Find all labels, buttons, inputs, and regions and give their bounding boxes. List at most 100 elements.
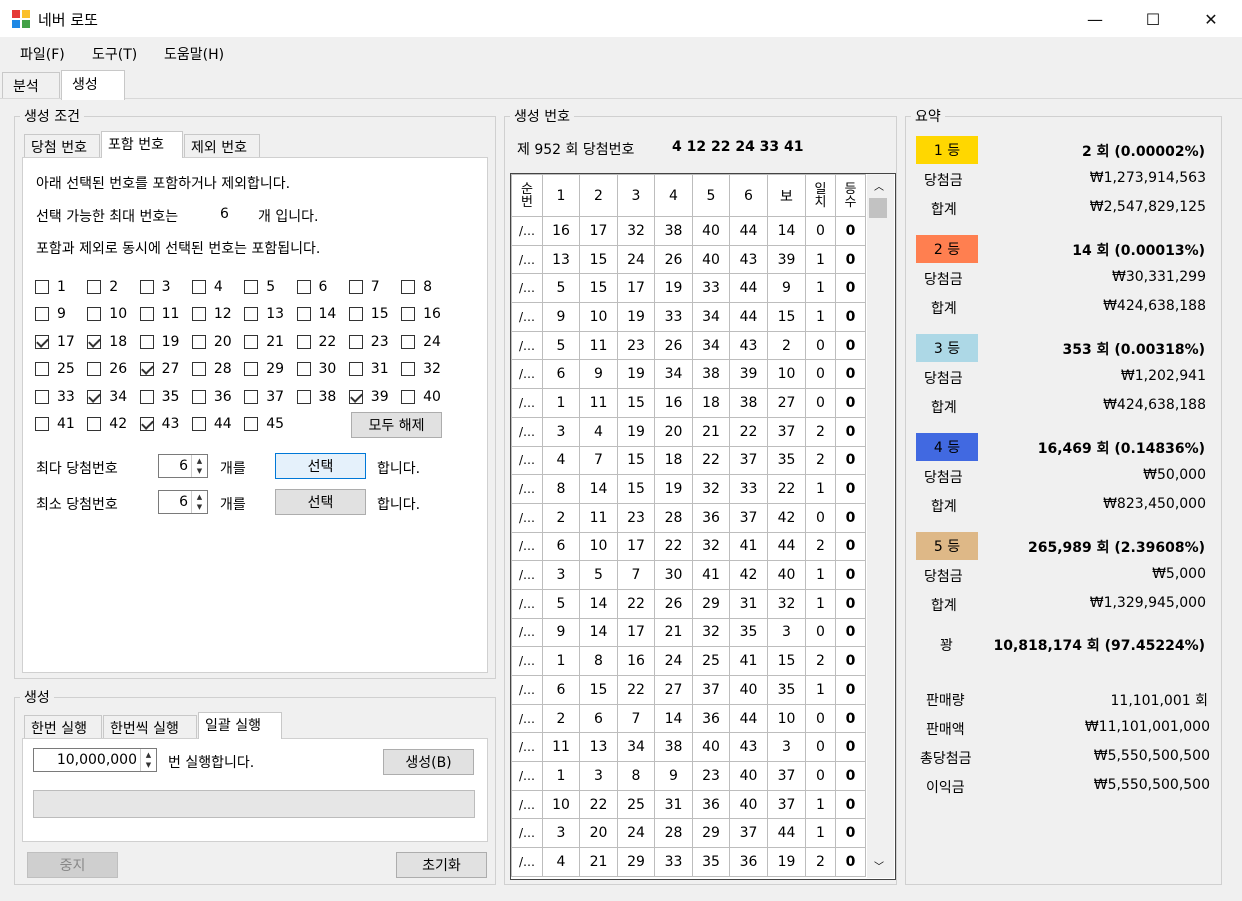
checkbox-box[interactable] [244,417,259,431]
checkbox-box[interactable] [244,334,259,349]
checkbox-box[interactable] [139,280,154,294]
number-checkbox-40[interactable]: 40 [401,387,441,407]
checkbox-box[interactable] [296,362,311,377]
menu-tools[interactable]: 도구(T) [92,44,137,64]
number-checkbox-30[interactable]: 30 [296,359,336,379]
max-count-stepper[interactable]: 6 ▲ ▼ [158,454,208,478]
checkbox-box[interactable] [87,307,102,322]
checkbox-box[interactable] [191,307,206,322]
checkbox-box[interactable] [35,307,49,322]
checkbox-box[interactable] [401,307,416,322]
table-row[interactable]: /… 6 15 22 27 37 40 35 1 0 [511,675,866,705]
number-checkbox-2[interactable]: 2 [87,277,118,297]
checkbox-box[interactable] [348,389,363,404]
stop-button[interactable]: 중지 [27,852,118,878]
generate-button[interactable]: 생성(B) [383,749,474,775]
number-checkbox-7[interactable]: 7 [348,277,380,297]
checkbox-box[interactable] [191,417,206,431]
number-checkbox-32[interactable]: 32 [401,359,441,379]
table-row[interactable]: /… 5 14 22 26 29 31 32 1 0 [511,588,866,619]
checkbox-box[interactable] [191,362,206,377]
stepper-arrows-icon[interactable]: ▲ ▼ [191,491,207,513]
checkbox-box[interactable] [139,362,154,377]
column-header[interactable]: 등수 [835,174,866,217]
number-checkbox-6[interactable]: 6 [296,277,327,297]
table-row[interactable]: /… 4 7 15 18 22 37 35 2 0 [511,445,866,476]
scroll-up-icon[interactable]: ︿ [874,178,884,193]
number-checkbox-45[interactable]: 45 [244,414,284,434]
table-row[interactable]: /… 8 14 15 19 32 33 22 1 0 [511,474,866,504]
number-checkbox-13[interactable]: 13 [244,304,284,324]
max-select-button[interactable]: 선택 [275,453,366,479]
grid-scrollbar[interactable]: ︿ ﹀ [867,174,894,878]
number-checkbox-5[interactable]: 5 [244,277,275,297]
run-count-stepper[interactable]: 10,000,000 ▲ ▼ [33,748,157,772]
table-row[interactable]: /… 9 14 17 21 32 35 3 0 0 [511,617,866,648]
table-row[interactable]: /… 2 11 23 28 36 37 42 0 0 [511,502,866,533]
number-checkbox-10[interactable]: 10 [87,304,127,324]
table-row[interactable]: /… 2 6 7 14 36 44 10 0 0 [511,703,866,734]
table-row[interactable]: /… 10 22 25 31 36 40 37 1 0 [511,789,866,820]
tab-analysis[interactable]: 분석 [2,72,60,98]
column-header[interactable]: 보 [767,174,806,217]
number-checkbox-33[interactable]: 33 [35,387,75,407]
number-checkbox-25[interactable]: 25 [35,359,75,379]
number-checkbox-26[interactable]: 26 [87,359,127,379]
number-checkbox-11[interactable]: 11 [139,304,179,324]
checkbox-box[interactable] [296,389,311,404]
table-row[interactable]: /… 3 4 19 20 21 22 37 2 0 [511,416,866,447]
number-checkbox-38[interactable]: 38 [296,387,336,407]
number-checkbox-4[interactable]: 4 [191,277,223,297]
checkbox-box[interactable] [87,389,102,404]
number-checkbox-42[interactable]: 42 [87,414,127,434]
number-checkbox-41[interactable]: 41 [35,414,75,434]
subtab-run-once[interactable]: 한번 실행 [24,715,102,739]
stepper-arrows-icon[interactable]: ▲ ▼ [191,455,207,477]
table-row[interactable]: /… 16 17 32 38 40 44 14 0 0 [511,216,866,246]
scroll-down-icon[interactable]: ﹀ [874,858,884,873]
table-row[interactable]: /… 3 20 24 28 29 37 44 1 0 [511,818,866,849]
checkbox-box[interactable] [348,334,363,349]
checkbox-box[interactable] [87,362,102,377]
subtab-run-each[interactable]: 한번씩 실행 [103,715,197,739]
checkbox-box[interactable] [348,280,363,294]
number-checkbox-18[interactable]: 18 [87,332,127,352]
checkbox-box[interactable] [139,417,154,431]
number-checkbox-15[interactable]: 15 [348,304,389,324]
maximize-button[interactable]: ☐ [1124,0,1182,38]
number-checkbox-12[interactable]: 12 [191,304,232,324]
number-checkbox-28[interactable]: 28 [191,359,232,379]
checkbox-box[interactable] [244,362,259,377]
column-header[interactable]: 순번 [511,174,543,217]
number-checkbox-34[interactable]: 34 [87,387,127,407]
table-row[interactable]: /… 4 21 29 33 35 36 19 2 0 [511,847,866,877]
number-checkbox-1[interactable]: 1 [35,277,66,297]
number-checkbox-43[interactable]: 43 [139,414,179,434]
table-row[interactable]: /… 1 3 8 9 23 40 37 0 0 [511,761,866,791]
number-checkbox-19[interactable]: 19 [139,332,179,352]
subtab-winning[interactable]: 당첨 번호 [24,134,100,158]
scroll-thumb[interactable] [869,198,887,218]
checkbox-box[interactable] [348,307,363,322]
checkbox-box[interactable] [35,417,49,431]
table-row[interactable]: /… 1 11 15 16 18 38 27 0 0 [511,388,866,418]
table-row[interactable]: /… 9 10 19 33 34 44 15 1 0 [511,302,866,332]
number-checkbox-44[interactable]: 44 [191,414,232,434]
column-header[interactable]: 2 [579,174,618,217]
column-header[interactable]: 3 [617,174,655,217]
checkbox-box[interactable] [244,280,259,294]
table-row[interactable]: /… 5 11 23 26 34 43 2 0 0 [511,330,866,361]
min-select-button[interactable]: 선택 [275,489,366,515]
table-row[interactable]: /… 1 8 16 24 25 41 15 2 0 [511,646,866,676]
number-checkbox-21[interactable]: 21 [244,332,284,352]
number-checkbox-9[interactable]: 9 [35,304,66,324]
checkbox-box[interactable] [35,334,49,349]
number-checkbox-17[interactable]: 17 [35,332,75,352]
table-row[interactable]: /… 6 9 19 34 38 39 10 0 0 [511,359,866,390]
reset-button[interactable]: 초기화 [396,852,487,878]
checkbox-box[interactable] [191,389,206,404]
number-checkbox-35[interactable]: 35 [139,387,179,407]
menu-help[interactable]: 도움말(H) [164,44,224,64]
clear-all-button[interactable]: 모두 해제 [351,412,442,438]
number-checkbox-37[interactable]: 37 [244,387,284,407]
